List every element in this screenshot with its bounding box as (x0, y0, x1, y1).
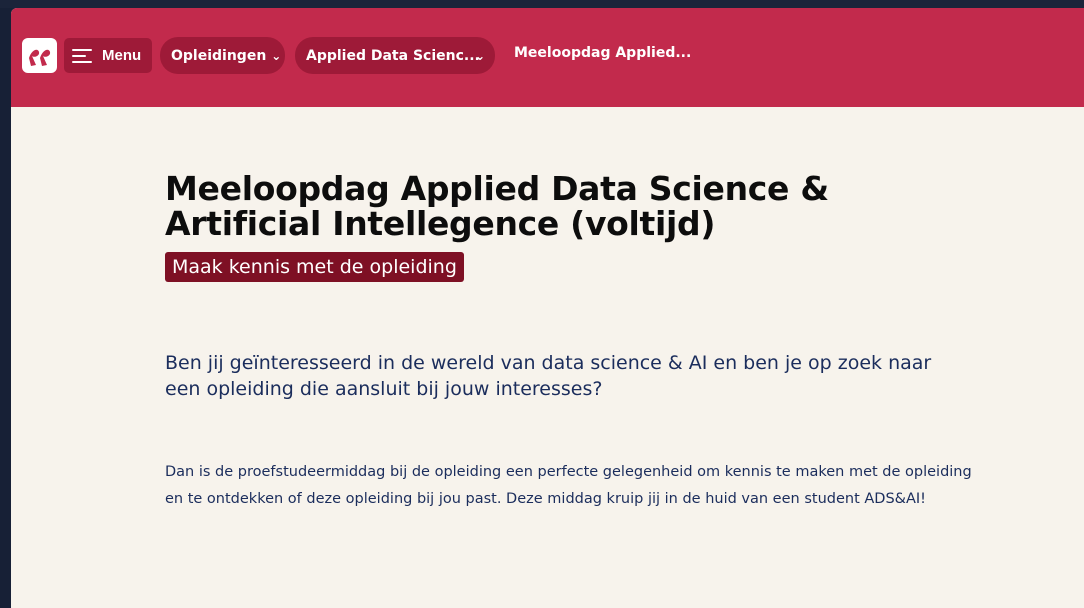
window-top-edge (0, 0, 1084, 8)
menu-label: Menu (102, 47, 142, 64)
body-paragraph: Dan is de proefstudeermiddag bij de ople… (165, 464, 972, 507)
logo-mark (28, 49, 50, 66)
intro-paragraph: Ben jij geïnteresseerd in de wereld van … (165, 352, 932, 400)
hogeschool-logo-icon[interactable] (22, 38, 57, 73)
breadcrumb-label: Applied Data Scienc... (306, 47, 480, 64)
breadcrumb-label: Opleidingen (171, 47, 267, 64)
hamburger-icon (72, 48, 94, 64)
page-title: Meeloopdag Applied Data Science & Artifi… (165, 169, 829, 243)
browser-viewport: Menu Opleidingen ⌄ Applied Data Scienc..… (11, 8, 1084, 608)
page-subtitle-badge: Maak kennis met de opleiding (165, 252, 464, 282)
chevron-down-icon: ⌄ (474, 48, 485, 63)
breadcrumb-current: Meeloopdag Applied... (514, 45, 692, 61)
breadcrumb-applied-data-science[interactable]: Applied Data Scienc... ⌄ (295, 37, 495, 74)
breadcrumb-opleidingen[interactable]: Opleidingen ⌄ (160, 37, 285, 74)
chevron-down-icon: ⌄ (271, 48, 282, 63)
menu-button[interactable]: Menu (64, 38, 152, 73)
site-header: Menu Opleidingen ⌄ Applied Data Scienc..… (11, 8, 1084, 107)
